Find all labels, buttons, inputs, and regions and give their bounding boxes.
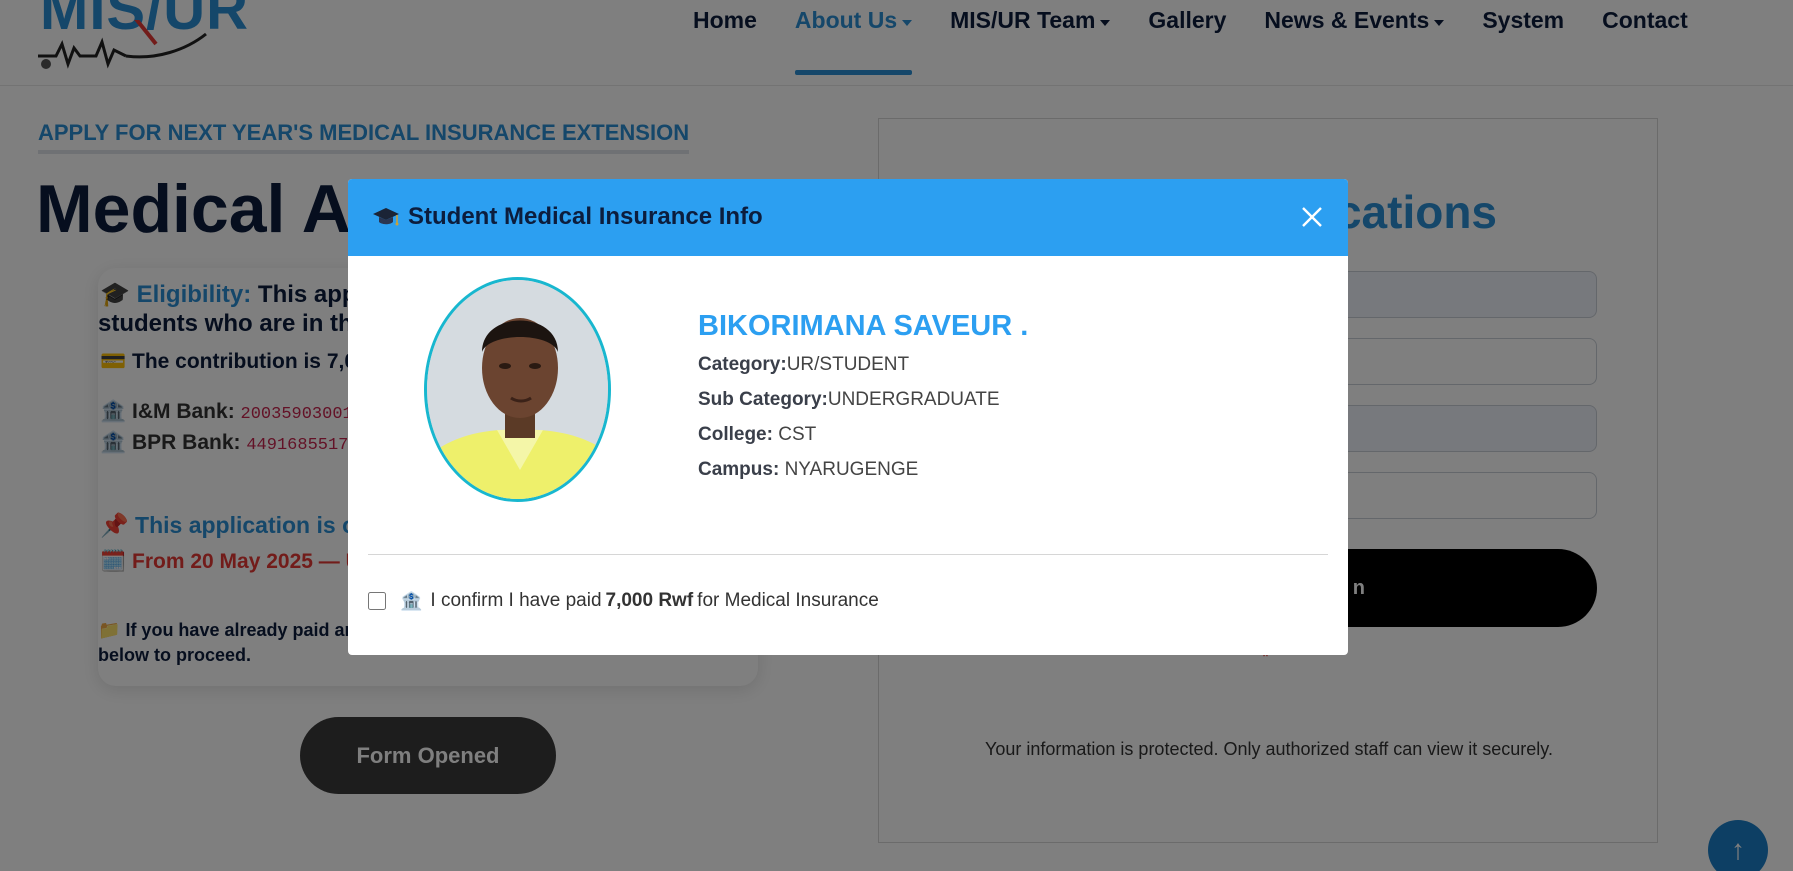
category-row: Category:UR/STUDENT [698,354,909,376]
category-label: Category: [698,354,787,375]
close-button[interactable] [1294,199,1330,235]
category-value: UR/STUDENT [786,354,910,375]
confirm-amount: 7,000 Rwf [605,590,694,611]
subcategory-row: Sub Category:UNDERGRADUATE [698,389,1000,411]
college-label: College: [698,424,773,445]
bank-icon: 🏦 [400,590,423,611]
subcategory-value: UNDERGRADUATE [827,389,1000,410]
student-info-modal: Student Medical Insurance Info BIKORIMAN… [348,179,1348,655]
modal-divider [368,554,1328,555]
confirm-payment-row[interactable]: 🏦 I confirm I have paid 7,000 Rwf for Me… [368,590,879,612]
student-name: BIKORIMANA SAVEUR . [698,310,1029,342]
modal-title-text: Student Medical Insurance Info [408,203,763,230]
close-icon [1302,207,1322,227]
confirm-prefix: I confirm I have paid [430,590,602,611]
college-value: CST [772,424,817,445]
graduation-cap-icon [373,208,399,226]
campus-label: Campus: [698,459,780,480]
modal-title: Student Medical Insurance Info [372,203,763,231]
student-portrait-image [427,280,608,499]
confirm-suffix: for Medical Insurance [697,590,879,611]
campus-row: Campus: NYARUGENGE [698,459,918,481]
student-photo [424,277,611,502]
confirm-payment-checkbox[interactable] [368,592,386,610]
campus-value: NYARUGENGE [779,459,919,480]
college-row: College: CST [698,424,816,446]
subcategory-label: Sub Category: [698,389,828,410]
modal-header: Student Medical Insurance Info [348,179,1348,256]
